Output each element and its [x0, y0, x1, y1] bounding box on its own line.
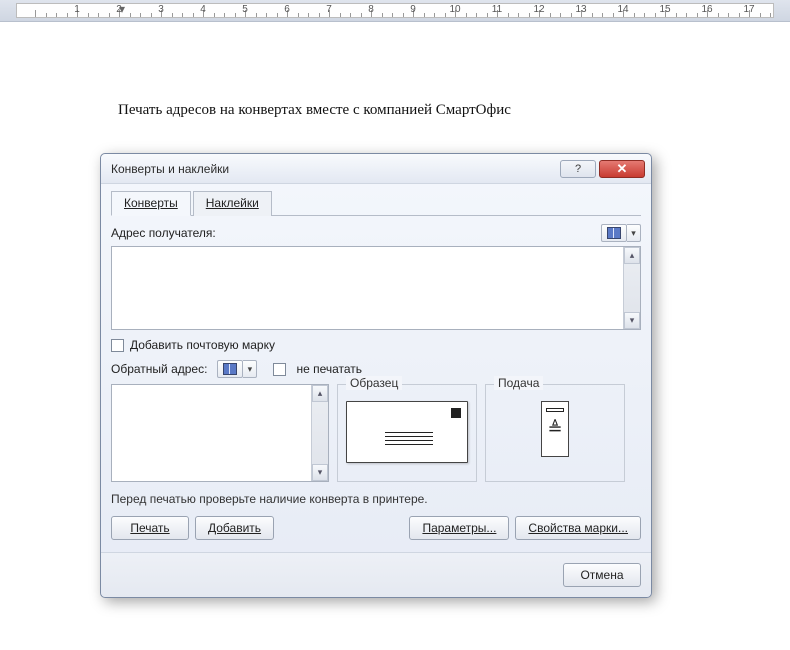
feed-arrow-icon: ≜ [547, 419, 562, 440]
stamp-properties-label: Свойства марки... [528, 521, 628, 535]
chevron-down-icon: ▾ [248, 364, 253, 375]
action-button-row: Печать Добавить Параметры... Свойства ма… [111, 516, 641, 540]
mid-section: ▴ ▾ Образец Подача [111, 384, 641, 482]
add-button[interactable]: Добавить [195, 516, 274, 540]
omit-label: не печатать [296, 362, 362, 376]
return-addressbook-dropdown[interactable]: ▾ [243, 360, 257, 378]
tab-labels[interactable]: Наклейки [193, 191, 272, 216]
preview-group[interactable]: Образец [337, 384, 477, 482]
options-button[interactable]: Параметры... [409, 516, 509, 540]
feed-slot-icon [546, 408, 564, 412]
print-button[interactable]: Печать [111, 516, 189, 540]
horizontal-ruler[interactable]: 1234567891011121314151617▾▴▴ [16, 3, 774, 18]
dialog-titlebar[interactable]: Конверты и наклейки ? ✕ [101, 154, 651, 184]
tab-labels-label: Наклейки [206, 196, 259, 210]
feed-group[interactable]: Подача ≜ [485, 384, 625, 482]
ruler-number: 11 [492, 4, 502, 15]
ruler-number: 4 [200, 4, 206, 15]
return-address-field[interactable] [112, 385, 311, 481]
scroll-track[interactable] [624, 264, 640, 312]
ruler-number: 3 [158, 4, 164, 15]
ruler-number: 9 [410, 4, 416, 15]
ruler-number: 5 [242, 4, 248, 15]
ruler-number: 6 [284, 4, 290, 15]
ruler-number: 14 [617, 4, 628, 15]
ruler-number: 12 [533, 4, 544, 15]
add-stamp-label: Добавить почтовую марку [130, 338, 275, 352]
recipient-addressbook-button[interactable] [601, 224, 627, 242]
preview-title: Образец [346, 376, 402, 390]
feed-preview: ≜ [541, 401, 569, 457]
options-button-label: Параметры... [422, 521, 496, 535]
hanging-indent-marker[interactable]: ▴ [119, 12, 125, 18]
cancel-button[interactable]: Отмена [563, 563, 641, 587]
ruler-number: 1 [74, 4, 80, 15]
close-button[interactable]: ✕ [599, 160, 645, 178]
dialog-footer: Отмена [101, 552, 651, 597]
ruler-area: 1234567891011121314151617▾▴▴ [0, 0, 790, 22]
tab-envelopes-label: Конверты [124, 196, 178, 210]
recipient-address-field-wrap: ▴ ▾ [111, 246, 641, 330]
add-stamp-checkbox[interactable] [111, 339, 124, 352]
ruler-number: 10 [449, 4, 460, 15]
scroll-down-icon[interactable]: ▾ [312, 464, 328, 481]
add-stamp-row: Добавить почтовую марку [111, 338, 641, 352]
dialog-title: Конверты и наклейки [111, 162, 557, 176]
envelopes-labels-dialog: Конверты и наклейки ? ✕ Конверты Наклейк… [100, 153, 652, 598]
ruler-number: 16 [701, 4, 712, 15]
return-scrollbar[interactable]: ▴ ▾ [311, 385, 328, 481]
recipient-addressbook-dropdown[interactable]: ▾ [627, 224, 641, 242]
recipient-label-row: Адрес получателя: ▾ [111, 224, 641, 242]
tab-strip: Конверты Наклейки [111, 190, 641, 216]
recipient-scrollbar[interactable]: ▴ ▾ [623, 247, 640, 329]
recipient-label: Адрес получателя: [111, 226, 216, 240]
return-label: Обратный адрес: [111, 362, 207, 376]
ruler-number: 8 [368, 4, 374, 15]
address-lines-icon [385, 432, 433, 448]
tab-envelopes[interactable]: Конверты [111, 191, 191, 216]
scroll-up-icon[interactable]: ▴ [312, 385, 328, 402]
return-addressbook-button[interactable] [217, 360, 243, 378]
feed-title: Подача [494, 376, 543, 390]
printer-hint: Перед печатью проверьте наличие конверта… [111, 492, 641, 506]
stamp-icon [451, 408, 461, 418]
help-icon: ? [575, 163, 581, 175]
ruler-number: 15 [659, 4, 670, 15]
scroll-down-icon[interactable]: ▾ [624, 312, 640, 329]
dialog-body: Конверты Наклейки Адрес получателя: ▾ ▴ [101, 184, 651, 552]
chevron-down-icon: ▾ [631, 228, 636, 239]
scroll-track[interactable] [312, 402, 328, 464]
return-address-wrap: ▴ ▾ [111, 384, 329, 482]
close-icon: ✕ [617, 161, 628, 177]
add-button-label: Добавить [208, 521, 261, 535]
print-button-label: Печать [130, 521, 169, 535]
document-text: Печать адресов на конвертах вместе с ком… [118, 102, 790, 119]
ruler-number: 17 [743, 4, 754, 15]
stamp-properties-button[interactable]: Свойства марки... [515, 516, 641, 540]
help-button[interactable]: ? [560, 160, 596, 178]
ruler-number: 7 [326, 4, 332, 15]
envelope-preview [346, 401, 468, 463]
right-indent-marker[interactable]: ▴ [728, 12, 734, 18]
addressbook-icon [607, 227, 621, 239]
ruler-number: 13 [575, 4, 586, 15]
addressbook-icon [223, 363, 237, 375]
omit-checkbox[interactable] [273, 363, 286, 376]
scroll-up-icon[interactable]: ▴ [624, 247, 640, 264]
recipient-address-field[interactable] [112, 247, 623, 329]
